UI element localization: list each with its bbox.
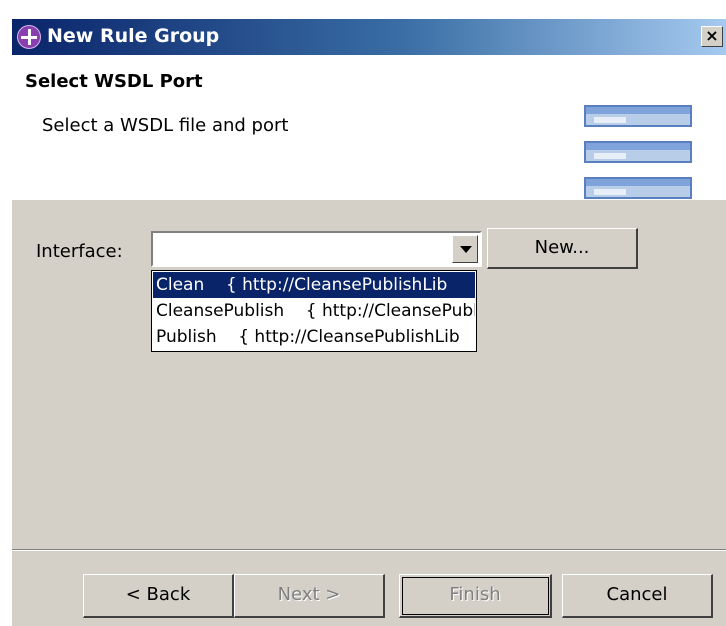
wizard-graphic-icon [584,105,692,127]
next-button[interactable]: Next > [234,574,385,618]
new-rule-group-dialog: New Rule Group × Select WSDL Port Select… [11,18,726,626]
back-button[interactable]: < Back [83,574,234,618]
page-description: Select a WSDL file and port [42,115,289,136]
new-interface-button[interactable]: New... [487,228,638,269]
dropdown-option-clean[interactable]: Clean { http://CleansePublishLib [153,272,475,298]
interface-dropdown-list[interactable]: Clean { http://CleansePublishLib Cleanse… [151,270,477,352]
button-bar-divider-highlight [12,550,726,551]
wizard-banner: Select WSDL Port Select a WSDL file and … [12,55,726,200]
wizard-graphic-icon [584,177,692,199]
interface-label: Interface: [36,241,123,262]
window-title: New Rule Group [47,25,220,47]
finish-button[interactable]: Finish [399,574,552,618]
dropdown-option-cleansepublish[interactable]: CleansePublish { http://CleansePublish [153,298,475,324]
page-title: Select WSDL Port [25,71,203,92]
cancel-button[interactable]: Cancel [562,574,713,618]
rule-group-app-icon [17,25,41,49]
banner-divider [12,199,726,200]
interface-combobox[interactable] [151,231,482,267]
dropdown-option-publish[interactable]: Publish { http://CleansePublishLib [153,324,475,350]
wizard-graphic-icon [584,141,692,163]
chevron-down-icon[interactable] [452,235,478,263]
close-button[interactable]: × [701,26,723,47]
title-bar[interactable]: New Rule Group × [12,19,726,55]
